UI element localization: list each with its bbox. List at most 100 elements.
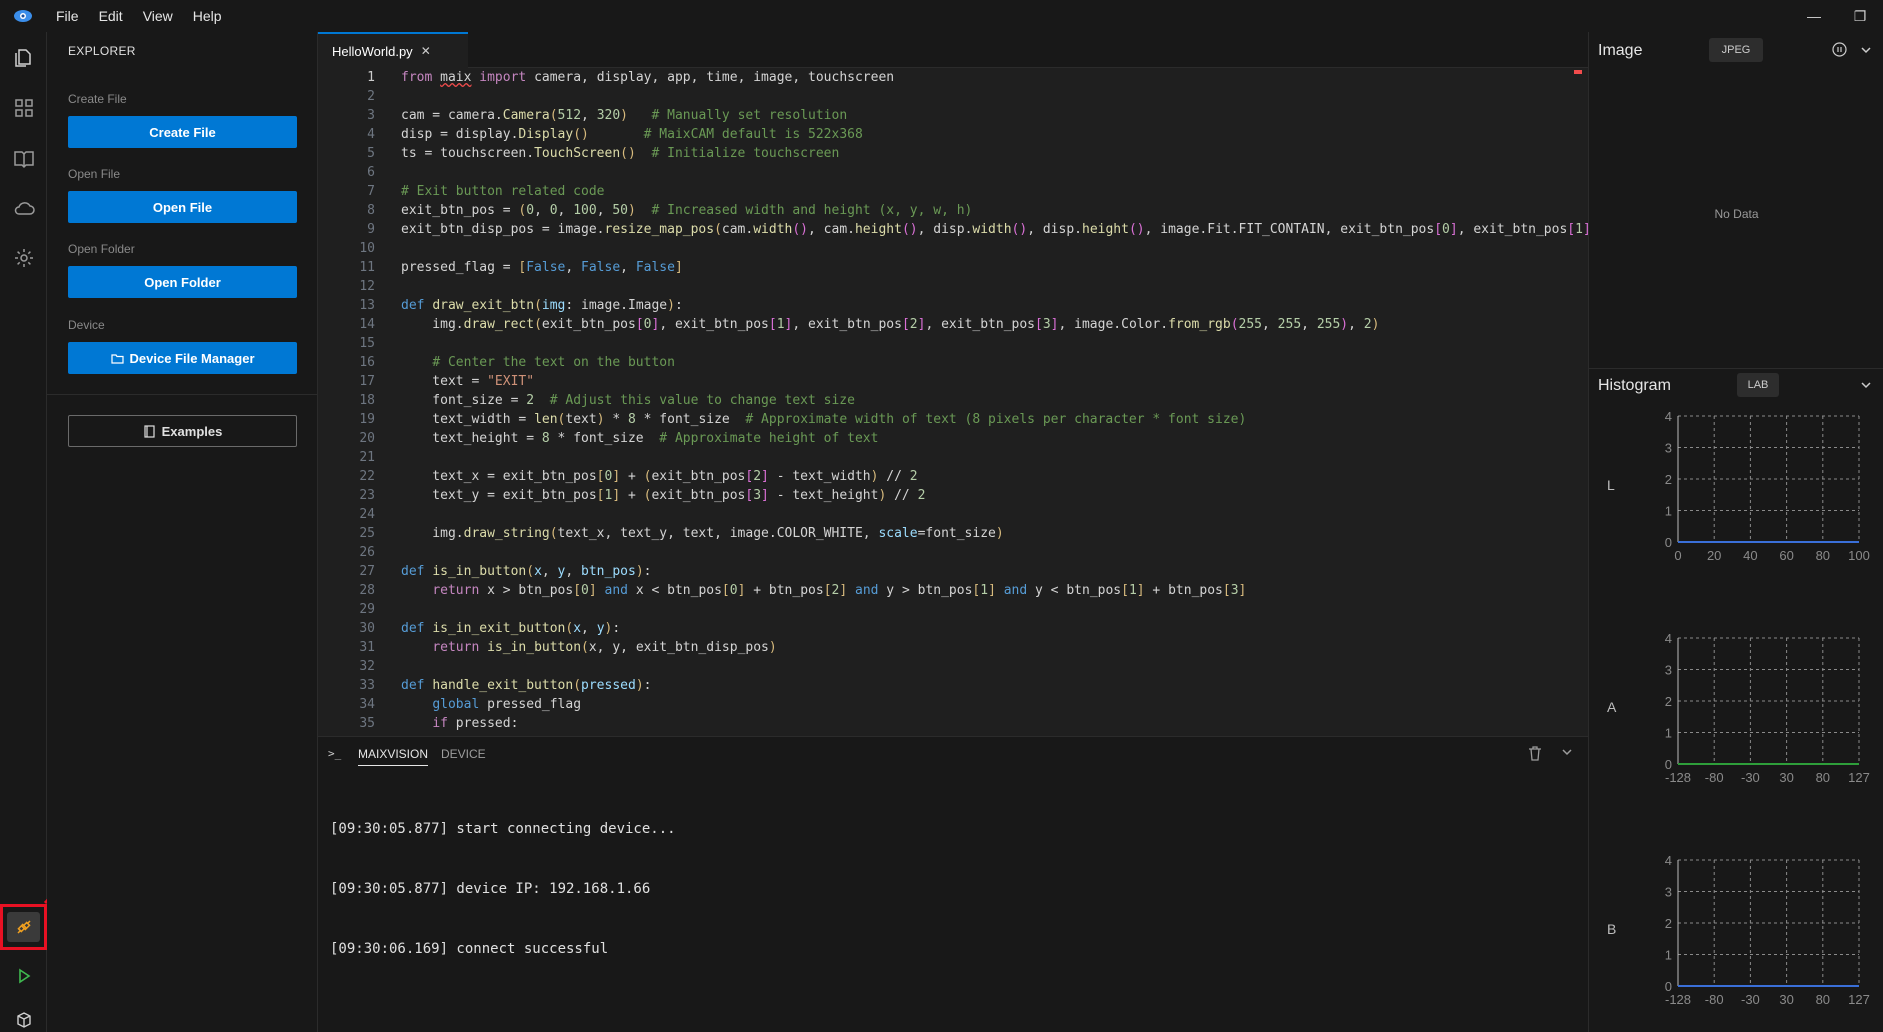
line-number: 30 (359, 621, 375, 636)
line-number: 28 (359, 583, 375, 598)
histogram-chevron-down-icon[interactable] (1859, 378, 1873, 395)
minimize-button[interactable]: — (1791, 0, 1837, 32)
y-tick-label: 4 (1665, 854, 1672, 868)
x-tick-label: 80 (1816, 770, 1830, 785)
y-tick-label: 2 (1665, 472, 1672, 487)
y-tick-label: 2 (1665, 916, 1672, 931)
examples-label: Examples (161, 423, 223, 439)
explorer-sidebar: EXPLORER Create File Create File Open Fi… (47, 32, 318, 1032)
open-file-button-label: Open File (152, 199, 213, 215)
open-folder-button[interactable]: Open Folder (68, 266, 297, 298)
pause-icon[interactable] (1832, 42, 1847, 60)
open-file-label: Open File (68, 167, 121, 181)
line-number: 7 (367, 184, 375, 199)
y-tick-label: 1 (1665, 948, 1672, 963)
x-tick-label: -30 (1741, 770, 1760, 785)
histogram-mode-select[interactable]: LAB (1737, 373, 1779, 397)
open-file-button[interactable]: Open File (68, 191, 297, 223)
line-number: 1 (367, 70, 375, 85)
line-number: 23 (359, 488, 375, 503)
x-tick-label: 80 (1816, 992, 1830, 1007)
code-editor[interactable]: 1 from maix import camera, display, app, … (318, 68, 1588, 736)
x-tick-label: 100 (1848, 548, 1870, 563)
folder-icon (110, 353, 124, 364)
image-format-select[interactable]: JPEG (1709, 38, 1763, 62)
x-tick-label: -128 (1665, 770, 1691, 785)
line-number: 35 (359, 716, 375, 731)
open-folder-label: Open Folder (68, 242, 135, 256)
examples-button[interactable]: Examples (68, 415, 297, 447)
x-tick-label: 30 (1779, 770, 1793, 785)
line-number: 25 (359, 526, 375, 541)
log-line: [09:30:05.877] device IP: 192.168.1.66 (330, 881, 651, 897)
editor-tab-bar: HelloWorld.py ✕ (318, 32, 1588, 68)
tab-device[interactable]: DEVICE (441, 747, 486, 761)
image-preview-panel: Image JPEG No Data Histogram LAB L 0 20 40 6… (1588, 32, 1883, 1032)
trash-icon[interactable] (1528, 745, 1542, 764)
histogram-l: L 0 20 40 60 80 100 0 1 2 3 4 (1589, 410, 1883, 610)
line-number: 9 (367, 222, 375, 237)
terminal-output[interactable]: [09:30:05.877] start connecting device..… (330, 779, 676, 999)
line-number: 5 (367, 146, 375, 161)
image-preview-area: No Data (1589, 62, 1883, 366)
y-tick-label: 1 (1665, 504, 1672, 519)
histogram-a: A -128 -80 -30 30 80 127 0 1 2 3 4 (1589, 632, 1883, 832)
y-tick-label: 4 (1665, 632, 1672, 646)
line-number: 29 (359, 602, 375, 617)
line-number: 33 (359, 678, 375, 693)
chevron-down-icon[interactable] (1560, 745, 1574, 762)
y-tick-label: 3 (1665, 663, 1672, 678)
log-line: [09:30:05.877] start connecting device..… (330, 821, 676, 837)
line-number: 24 (359, 507, 375, 522)
x-tick-label: -30 (1741, 992, 1760, 1007)
x-tick-label: 30 (1779, 992, 1793, 1007)
line-number: 18 (359, 393, 375, 408)
line-number: 3 (367, 108, 375, 123)
histogram-plot: -128 -80 -30 30 80 127 0 1 2 3 4 (1665, 632, 1870, 785)
line-number: 19 (359, 412, 375, 427)
line-number: 16 (359, 355, 375, 370)
x-tick-label: -80 (1705, 770, 1724, 785)
line-number: 22 (359, 469, 375, 484)
minimize-icon: — (1807, 8, 1821, 24)
histogram-title: Histogram (1598, 377, 1671, 394)
line-number: 21 (359, 450, 375, 465)
open-folder-button-label: Open Folder (144, 274, 221, 290)
line-number: 13 (359, 298, 375, 313)
create-file-button-label: Create File (149, 124, 216, 140)
x-tick-label: 80 (1816, 548, 1830, 563)
tab-helloworld[interactable]: HelloWorld.py ✕ (318, 32, 468, 68)
restore-button[interactable]: ❐ (1837, 0, 1883, 32)
image-chevron-down-icon[interactable] (1859, 43, 1873, 60)
line-number: 12 (359, 279, 375, 294)
x-tick-label: 60 (1779, 548, 1793, 563)
y-tick-label: 0 (1665, 757, 1672, 772)
line-number: 14 (359, 317, 375, 332)
tab-close-icon[interactable]: ✕ (421, 44, 431, 58)
line-number: 34 (359, 697, 375, 712)
x-tick-label: -80 (1705, 992, 1724, 1007)
line-number: 20 (359, 431, 375, 446)
y-tick-label: 4 (1665, 410, 1672, 424)
line-number: 17 (359, 374, 375, 389)
x-tick-label: 0 (1674, 548, 1681, 563)
panel-tab-bar: >_ MAIXVISION DEVICE (318, 737, 1588, 773)
line-number: 26 (359, 545, 375, 560)
x-tick-label: 127 (1848, 992, 1870, 1007)
line-number: 11 (359, 260, 375, 275)
log-line: [09:30:06.169] connect successful (330, 941, 609, 957)
create-file-button[interactable]: Create File (68, 116, 297, 148)
x-tick-label: 20 (1707, 548, 1721, 563)
tab-maixvision[interactable]: MAIXVISION (358, 747, 429, 766)
output-panel: >_ MAIXVISION DEVICE [09:30:05.877] star… (318, 736, 1588, 1032)
device-file-manager-label: Device File Manager (129, 350, 255, 366)
title-bar: File Edit View Help — ❐ (0, 0, 1883, 32)
line-number: 32 (359, 659, 375, 674)
line-number: 6 (367, 165, 375, 180)
device-file-manager-button[interactable]: Device File Manager (68, 342, 297, 374)
sidebar-divider (47, 394, 318, 395)
line-number: 10 (359, 241, 375, 256)
tab-label: HelloWorld.py (332, 43, 413, 59)
sidebar-title: EXPLORER (68, 44, 136, 58)
line-number: 4 (367, 127, 375, 142)
